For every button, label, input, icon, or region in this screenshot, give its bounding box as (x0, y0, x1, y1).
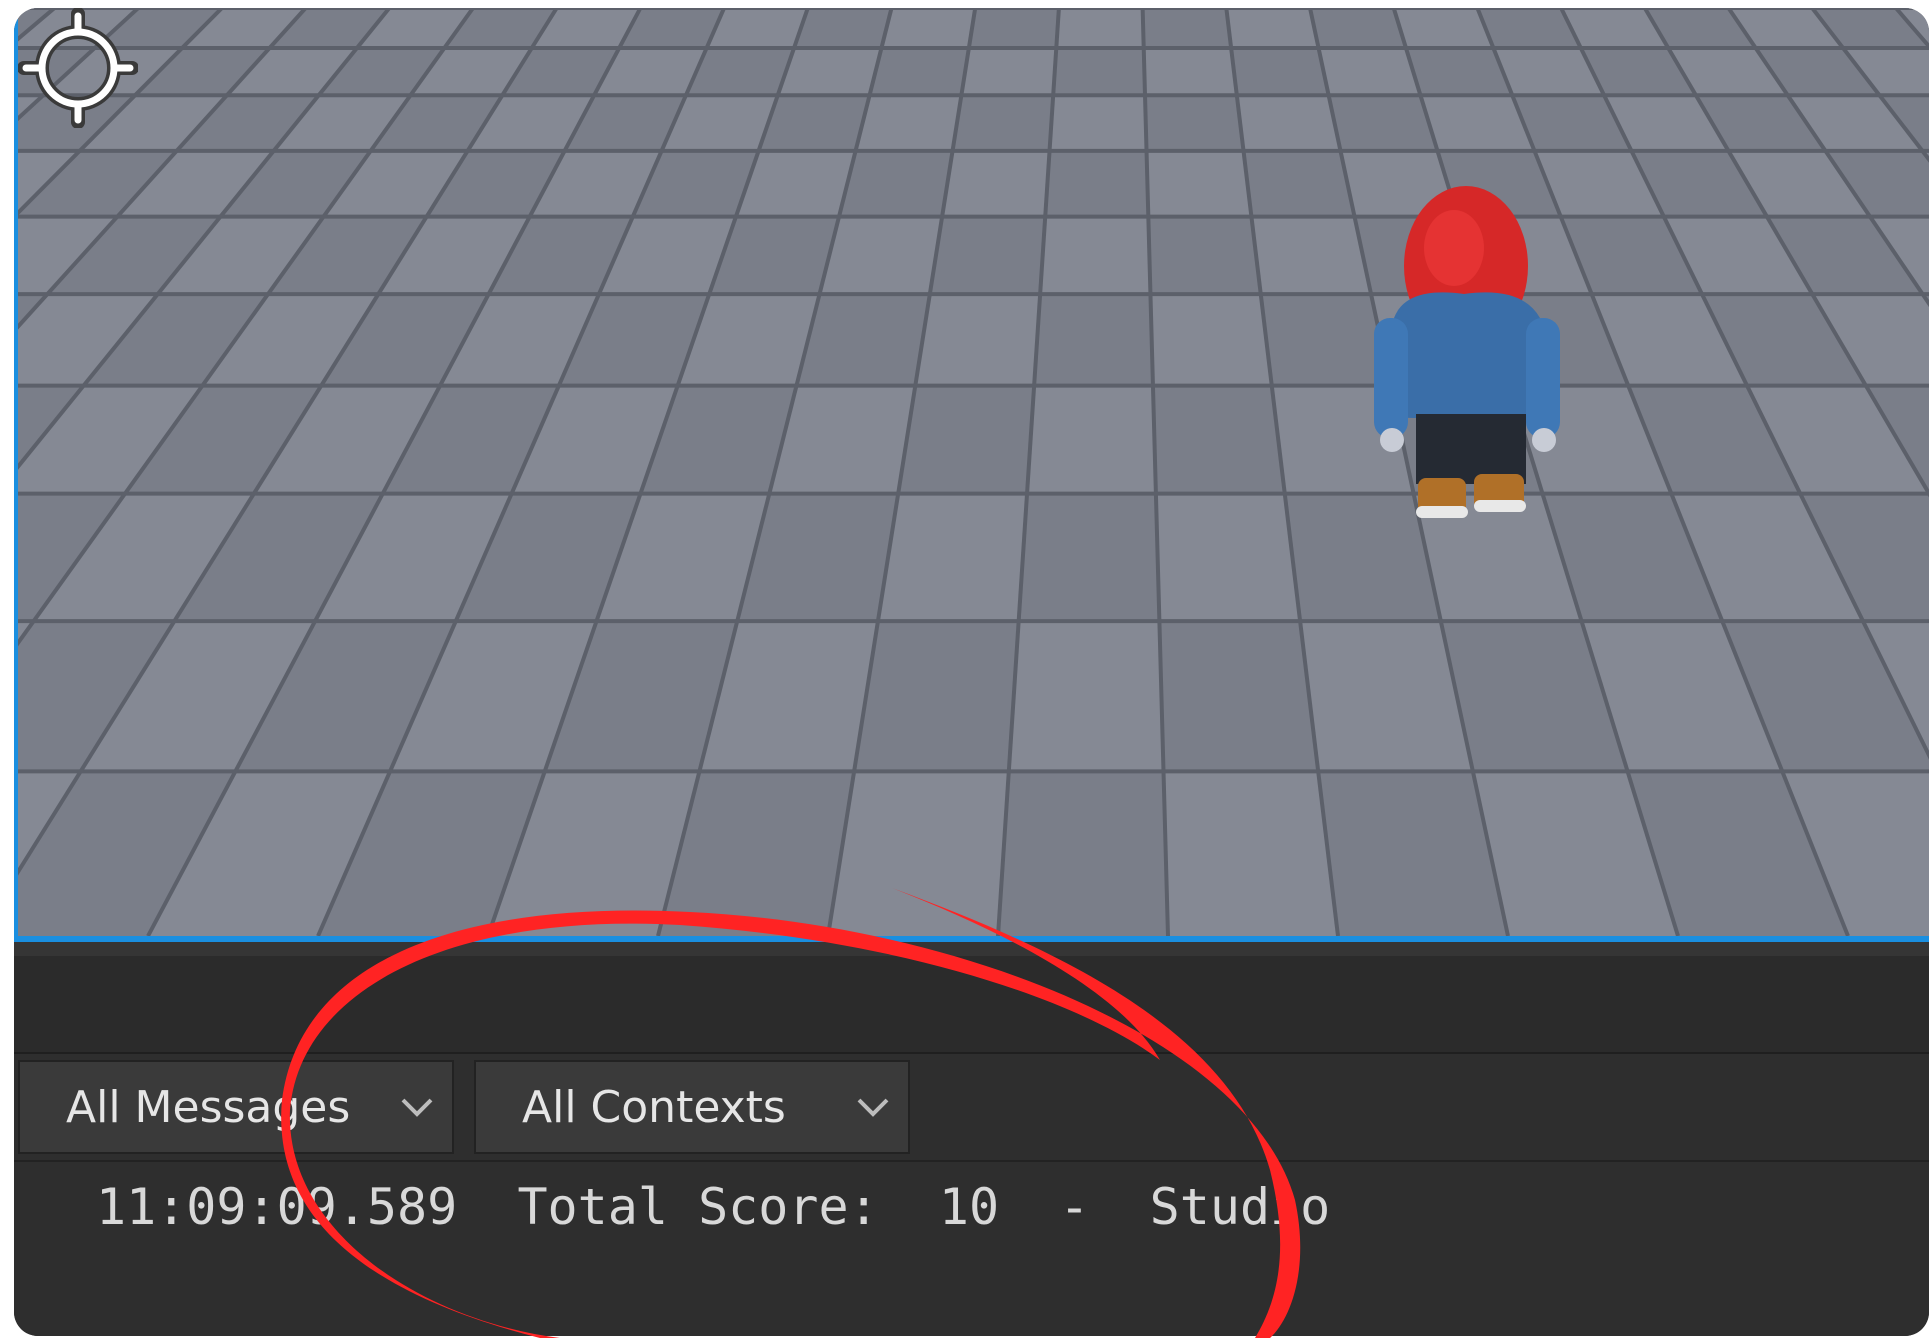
baseplate-tiles (18, 8, 1929, 936)
baseplate-tile (1034, 294, 1153, 386)
baseplate-tile (854, 621, 1019, 772)
baseplate-tile (1146, 150, 1252, 217)
baseplate-tile (952, 95, 1054, 151)
baseplate-tile (1148, 216, 1261, 295)
baseplate-tile (1226, 8, 1319, 48)
baseplate-tile (898, 385, 1035, 494)
baseplate-tile (929, 216, 1046, 295)
baseplate-tile (1018, 493, 1160, 622)
log-timestamp: 11:09:09.589 (96, 1178, 458, 1236)
baseplate-tile (1310, 8, 1406, 48)
log-separator: - (1059, 1178, 1090, 1236)
baseplate-tile (1231, 48, 1329, 96)
baseplate-tile (869, 48, 969, 96)
baseplate-tile (968, 8, 1059, 48)
message-filter-dropdown[interactable]: All Messages (18, 1060, 454, 1154)
baseplate-tile (1142, 8, 1232, 48)
baseplate-tile (1027, 385, 1156, 494)
baseplate-tile (1008, 621, 1164, 772)
output-toolbar (14, 942, 1929, 1054)
baseplate-tile (1049, 95, 1147, 151)
chevron-down-icon (382, 1060, 452, 1154)
context-filter-label: All Contexts (522, 1081, 786, 1133)
baseplate-tile (1159, 621, 1319, 772)
baseplate-tile (881, 8, 976, 48)
baseplate-tile (961, 48, 1057, 96)
avatar-character[interactable] (1354, 168, 1604, 538)
baseplate-tile (1056, 8, 1144, 48)
baseplate-tile (1236, 95, 1341, 151)
chevron-down-icon (838, 1060, 908, 1154)
output-log-line[interactable]: 11:09:09.589 Total Score: 10 - Studio (96, 1178, 1330, 1236)
baseplate-tile (942, 150, 1050, 217)
baseplate-tile (855, 95, 962, 151)
baseplate-tile (1145, 95, 1244, 151)
baseplate-tile (1155, 493, 1301, 622)
output-panel: All Messages All Contexts 11:09:09.589 T… (14, 942, 1929, 1336)
baseplate-grid (18, 8, 1929, 936)
baseplate-tile (1053, 48, 1146, 96)
log-message: Total Score: 10 (517, 1178, 1000, 1236)
studio-window: All Messages All Contexts 11:09:09.589 T… (14, 8, 1929, 1336)
baseplate-tile (915, 294, 1041, 386)
baseplate-tile (839, 150, 953, 217)
crosshair-icon (18, 8, 138, 128)
baseplate-tile (827, 771, 1009, 936)
context-filter-dropdown[interactable]: All Contexts (474, 1060, 910, 1154)
baseplate-tile (1163, 771, 1338, 936)
output-filter-bar: All Messages All Contexts (14, 1056, 1929, 1162)
baseplate-tile (1040, 216, 1151, 295)
baseplate-tile (1318, 48, 1421, 96)
toolbar-divider (14, 942, 1929, 956)
baseplate-tile (1152, 385, 1285, 494)
baseplate-tile (1143, 48, 1237, 96)
baseplate-tile (877, 493, 1028, 622)
message-filter-label: All Messages (66, 1081, 351, 1133)
baseplate-tile (1045, 150, 1149, 217)
baseplate-tile (794, 8, 892, 48)
baseplate-tile (1243, 150, 1355, 217)
baseplate-tile (1150, 294, 1272, 386)
log-source: Studio (1149, 1178, 1331, 1236)
game-viewport[interactable] (14, 8, 1929, 936)
baseplate-tile (998, 771, 1169, 936)
